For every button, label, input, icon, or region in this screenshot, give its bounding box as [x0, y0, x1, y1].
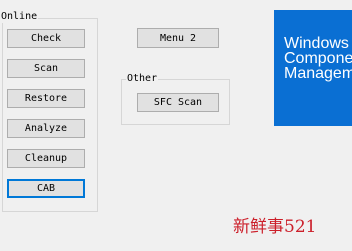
analyze-button[interactable]: Analyze	[7, 119, 85, 138]
check-button[interactable]: Check	[7, 29, 85, 48]
watermark: 新鲜事521	[233, 217, 317, 237]
cleanup-button[interactable]: Cleanup	[7, 149, 85, 168]
online-group-label: Online	[0, 11, 39, 23]
banner-text: Windows Component Management	[284, 35, 352, 82]
sfc-scan-button[interactable]: SFC Scan	[137, 93, 219, 112]
component-management-banner: Windows Component Management	[274, 10, 352, 126]
other-group-label: Other	[126, 73, 159, 85]
menu-2-button[interactable]: Menu 2	[137, 28, 219, 48]
cab-button[interactable]: CAB	[7, 179, 85, 198]
scan-button[interactable]: Scan	[7, 59, 85, 78]
restore-button[interactable]: Restore	[7, 89, 85, 108]
